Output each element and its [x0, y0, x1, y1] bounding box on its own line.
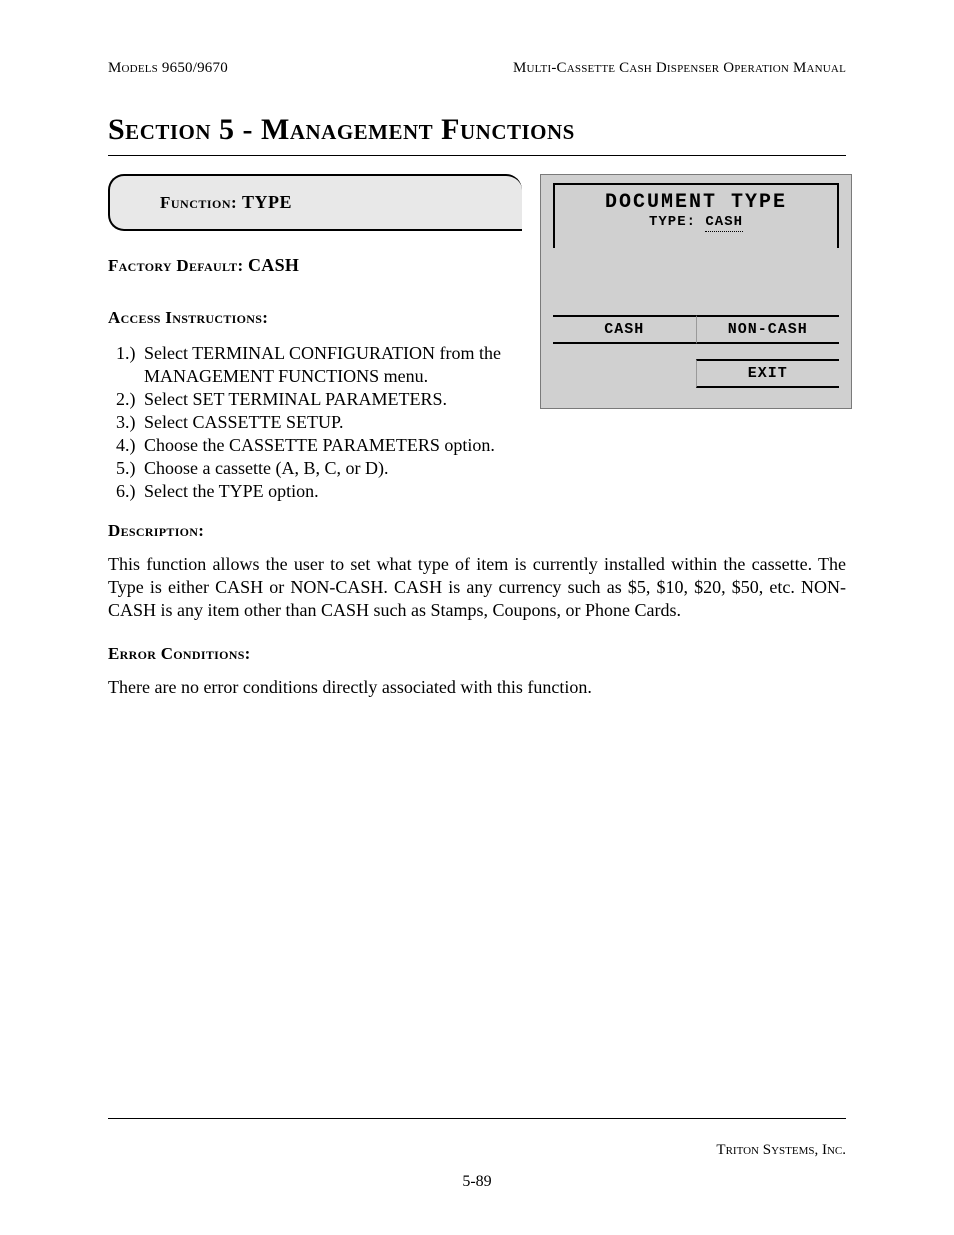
list-item: 3.) Select CASSETTE SETUP.	[116, 411, 522, 434]
function-box: Function: TYPE	[108, 174, 522, 231]
header-right: Multi-Cassette Cash Dispenser Operation …	[513, 60, 846, 77]
screen-frame: DOCUMENT TYPE TYPE: CASH	[553, 183, 839, 248]
list-item: 4.) Choose the CASSETTE PARAMETERS optio…	[116, 434, 846, 457]
access-heading: Access Instructions:	[108, 308, 522, 328]
step-text: Select SET TERMINAL PARAMETERS.	[144, 388, 522, 411]
step-text: Select the TYPE option.	[144, 480, 846, 503]
step-number: 5.)	[116, 457, 144, 480]
step-number: 1.)	[116, 342, 144, 388]
step-number: 4.)	[116, 434, 144, 457]
screen-button-empty	[553, 359, 696, 388]
header-left: Models 9650/9670	[108, 60, 228, 77]
step-text: Select TERMINAL CONFIGURATION from the M…	[144, 342, 522, 388]
screen-sub-label: TYPE:	[649, 214, 696, 230]
screen-subtitle: TYPE: CASH	[563, 214, 829, 230]
section-rule	[108, 155, 846, 156]
access-instructions-list-cont: 4.) Choose the CASSETTE PARAMETERS optio…	[108, 434, 846, 503]
footer-page-number: 5-89	[0, 1173, 954, 1191]
screen-title: DOCUMENT TYPE	[563, 191, 829, 214]
factory-default-value: CASH	[248, 255, 299, 275]
list-item: 1.) Select TERMINAL CONFIGURATION from t…	[116, 342, 522, 388]
function-label: Function:	[160, 193, 237, 212]
step-text: Choose the CASSETTE PARAMETERS option.	[144, 434, 846, 457]
list-item: 2.) Select SET TERMINAL PARAMETERS.	[116, 388, 522, 411]
description-heading: Description:	[108, 521, 846, 541]
section-title: Section 5 - Management Functions	[108, 113, 846, 147]
step-number: 2.)	[116, 388, 144, 411]
error-body: There are no error conditions directly a…	[108, 676, 846, 699]
description-body: This function allows the user to set wha…	[108, 553, 846, 622]
terminal-screen: DOCUMENT TYPE TYPE: CASH CASH NON-CASH E…	[540, 174, 852, 409]
step-text: Select CASSETTE SETUP.	[144, 411, 522, 434]
list-item: 6.) Select the TYPE option.	[116, 480, 846, 503]
function-value: TYPE	[242, 192, 292, 212]
footer-rule	[108, 1118, 846, 1119]
step-text: Choose a cassette (A, B, C, or D).	[144, 457, 846, 480]
error-heading: Error Conditions:	[108, 644, 846, 664]
step-number: 6.)	[116, 480, 144, 503]
step-number: 3.)	[116, 411, 144, 434]
list-item: 5.) Choose a cassette (A, B, C, or D).	[116, 457, 846, 480]
factory-default: Factory Default: CASH	[108, 255, 522, 276]
factory-default-label: Factory Default:	[108, 256, 243, 275]
footer-company: Triton Systems, Inc.	[716, 1142, 846, 1159]
access-instructions-list: 1.) Select TERMINAL CONFIGURATION from t…	[108, 342, 522, 434]
screen-button-cash[interactable]: CASH	[553, 315, 696, 344]
screen-button-exit[interactable]: EXIT	[696, 359, 840, 388]
screen-sub-value: CASH	[705, 214, 743, 232]
screen-button-noncash[interactable]: NON-CASH	[696, 315, 840, 344]
